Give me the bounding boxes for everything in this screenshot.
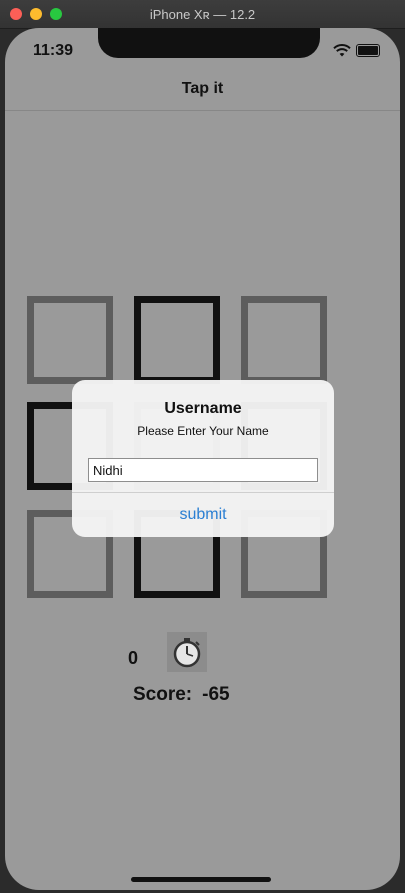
status-time: 11:39 xyxy=(33,42,74,59)
alert-message: Please Enter Your Name xyxy=(137,424,269,438)
navigation-bar: Tap it xyxy=(5,78,400,111)
battery-icon xyxy=(356,43,380,57)
username-input[interactable] xyxy=(88,458,318,482)
simulator-titlebar: iPhone Xʀ — 12.2 xyxy=(0,0,405,29)
device-notch xyxy=(98,28,320,58)
grid-tile[interactable] xyxy=(134,296,220,384)
page-title: Tap it xyxy=(181,80,224,97)
device-screen: 11:39 Tap it 0 Score: -65 Username Please xyxy=(5,28,400,890)
wifi-icon xyxy=(333,43,351,56)
score-value: -65 xyxy=(202,684,230,705)
grid-tile[interactable] xyxy=(241,296,327,384)
tap-counter: 0 xyxy=(128,648,139,668)
username-alert: Username Please Enter Your Name submit xyxy=(72,380,334,537)
submit-button[interactable]: submit xyxy=(72,493,334,537)
status-icons xyxy=(333,42,380,58)
score-label: Score: xyxy=(133,684,193,705)
alert-title: Username xyxy=(164,400,242,417)
score-display: Score: -65 xyxy=(133,684,240,706)
grid-tile[interactable] xyxy=(27,296,113,384)
home-indicator[interactable] xyxy=(131,877,271,882)
window-title: iPhone Xʀ — 12.2 xyxy=(149,7,256,22)
stopwatch-icon xyxy=(167,632,207,672)
